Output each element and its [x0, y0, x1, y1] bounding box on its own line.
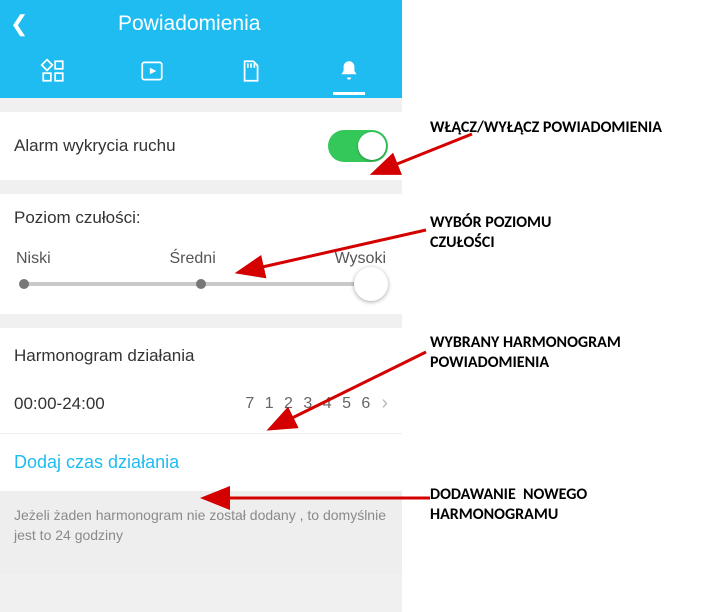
annotation-toggle: WŁĄCZ/WYŁĄCZ POWIADOMIENIA: [430, 118, 662, 138]
schedule-block: Harmonogram działania 00:00-24:00 7 1 2 …: [0, 328, 402, 491]
schedule-days-wrap: 7 1 2 3 4 5 6 ›: [245, 392, 388, 415]
phone-screen: ❮ Powiadomienia: [0, 0, 402, 612]
tab-playback[interactable]: [128, 51, 176, 95]
tab-bar: [0, 48, 402, 98]
motion-alarm-toggle[interactable]: [328, 130, 388, 162]
sensitivity-slider[interactable]: [24, 282, 378, 286]
sensitivity-mid-label: Średni: [170, 250, 216, 268]
play-icon: [139, 58, 165, 89]
annotation-add: DODAWANIE NOWEGO HARMONOGRAMU: [430, 485, 587, 525]
sensitivity-block: Poziom czułości: Niski Średni Wysoki: [0, 194, 402, 314]
sensitivity-labels: Niski Średni Wysoki: [14, 250, 388, 268]
motion-alarm-label: Alarm wykrycia ruchu: [14, 136, 176, 156]
chevron-right-icon: ›: [381, 392, 388, 415]
gap: [0, 314, 402, 328]
gap: [0, 98, 402, 112]
sensitivity-high-label: Wysoki: [335, 250, 386, 268]
header: ❮ Powiadomienia: [0, 0, 402, 98]
sensitivity-title: Poziom czułości:: [14, 208, 388, 228]
tab-grid[interactable]: [29, 51, 77, 95]
tab-storage[interactable]: [226, 51, 274, 95]
toggle-knob: [358, 132, 386, 160]
title-row: ❮ Powiadomienia: [0, 0, 402, 48]
slider-tick-low: [19, 279, 29, 289]
grid-icon: [40, 58, 66, 89]
schedule-days: 7 1 2 3 4 5 6: [245, 395, 373, 413]
add-schedule-button[interactable]: Dodaj czas działania: [0, 434, 402, 491]
gap: [0, 180, 402, 194]
sd-card-icon: [237, 58, 263, 89]
schedule-range: 00:00-24:00: [14, 394, 105, 414]
motion-alarm-row: Alarm wykrycia ruchu: [0, 112, 402, 180]
schedule-row[interactable]: 00:00-24:00 7 1 2 3 4 5 6 ›: [0, 372, 402, 434]
annotation-schedule: WYBRANY HARMONOGRAM POWIADOMIENIA: [430, 333, 621, 373]
slider-tick-mid: [196, 279, 206, 289]
tab-notifications[interactable]: [325, 51, 373, 95]
annotation-sensitivity: WYBÓR POZIOMU CZUŁOŚCI: [430, 213, 551, 253]
sensitivity-low-label: Niski: [16, 250, 51, 268]
slider-thumb[interactable]: [354, 267, 388, 301]
page-title: Powiadomienia: [118, 12, 260, 36]
schedule-title: Harmonogram działania: [0, 328, 402, 372]
bell-icon: [336, 58, 362, 89]
footer-note: Jeżeli żaden harmonogram nie został doda…: [0, 491, 402, 574]
back-button[interactable]: ❮: [10, 11, 40, 37]
